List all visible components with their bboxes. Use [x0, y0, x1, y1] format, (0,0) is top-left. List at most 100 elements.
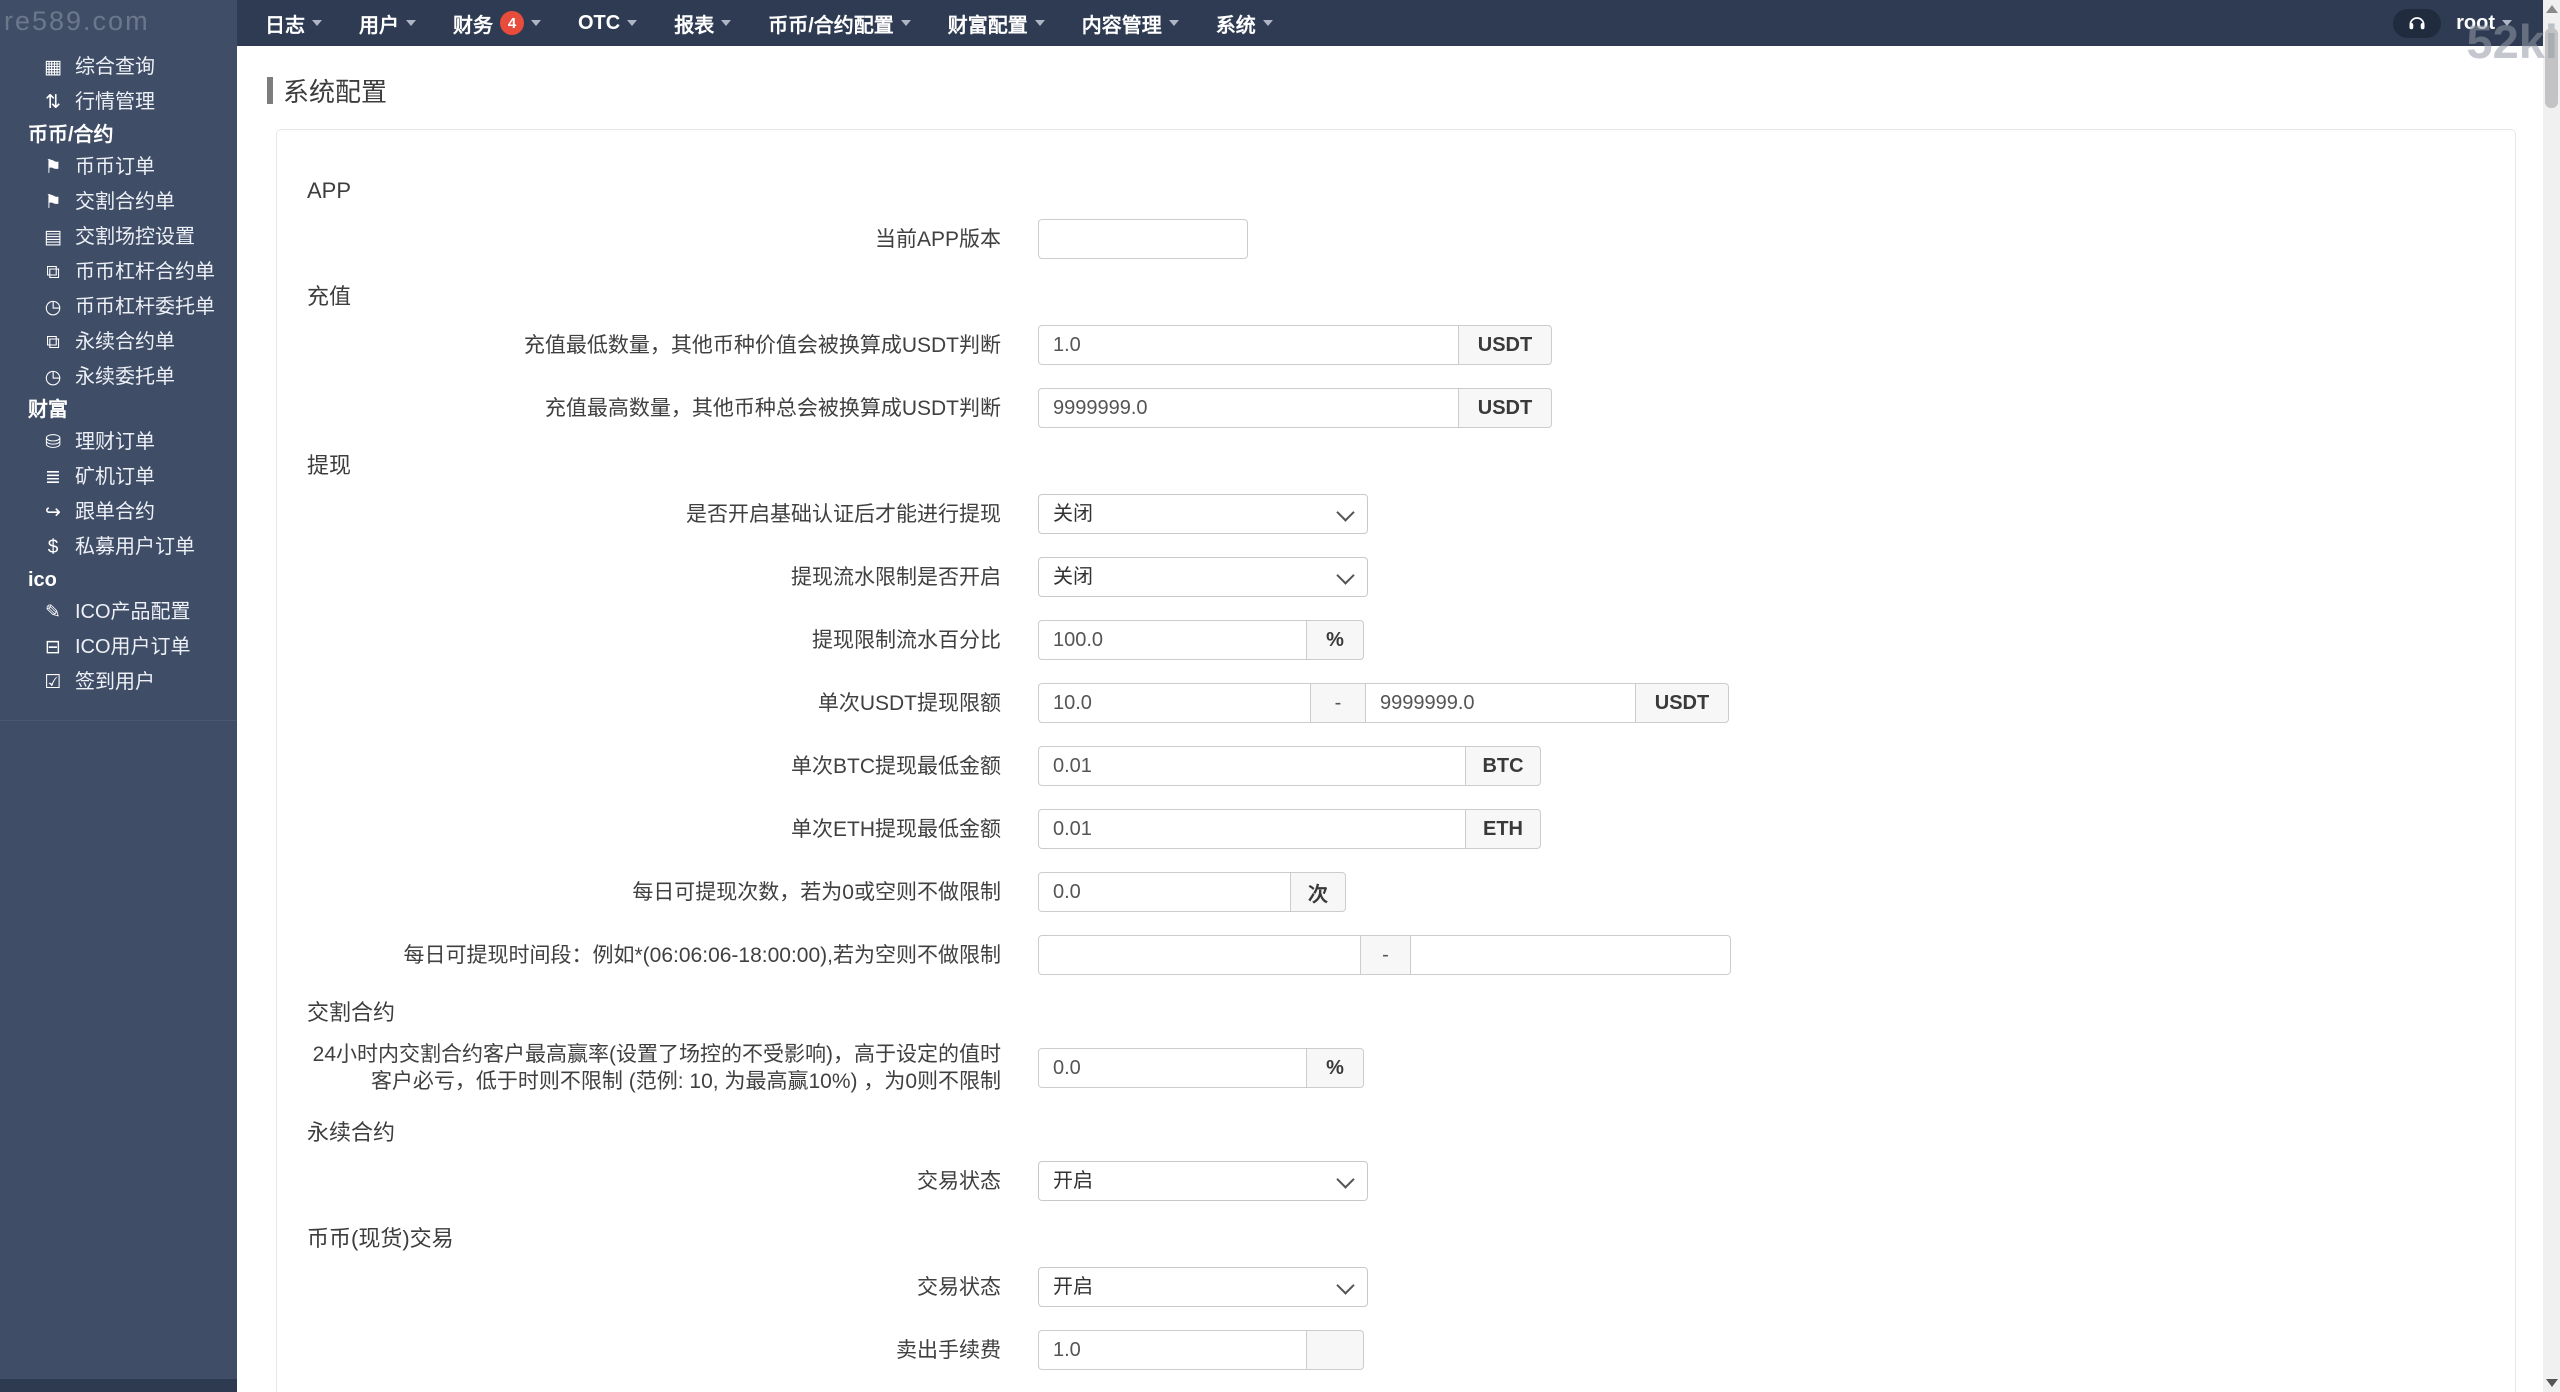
sidebar-item-perpetual-entrust-orders[interactable]: ◷ 永续委托单 [0, 360, 237, 395]
field-label: 当前APP版本 [874, 227, 1001, 251]
chevron-down-icon [1262, 20, 1273, 26]
chevron-down-icon [900, 20, 911, 26]
range-dash-addon: - [1361, 935, 1411, 975]
menu-logs[interactable]: 日志 [265, 9, 322, 38]
scroll-down-arrow-icon[interactable] [2546, 1379, 2558, 1387]
spot-trade-status-select[interactable]: 开启 [1038, 1267, 1368, 1307]
sidebar-item-finance-orders[interactable]: ⛁ 理财订单 [0, 425, 237, 460]
sidebar-item-label: 私募用户订单 [75, 536, 195, 558]
withdraw-auth-select[interactable]: 关闭 [1038, 494, 1368, 534]
chevron-down-icon [721, 20, 732, 26]
sidebar-item-market-manage[interactable]: ⇅ 行情管理 [0, 85, 237, 120]
chevron-down-icon [1034, 20, 1045, 26]
menu-finance[interactable]: 财务 4 [453, 9, 541, 38]
page-title: 系统配置 [267, 72, 2543, 109]
vertical-scrollbar[interactable] [2543, 0, 2560, 1392]
sort-icon: ⇅ [45, 92, 61, 113]
usdt-withdraw-max-input[interactable] [1366, 683, 1636, 723]
btc-withdraw-min-input[interactable] [1038, 746, 1466, 786]
app-version-input[interactable] [1038, 219, 1248, 259]
sidebar-group-ico: ico [28, 569, 57, 591]
withdraw-flow-limit-select[interactable]: 关闭 [1038, 557, 1368, 597]
percent-addon: % [1307, 1048, 1364, 1088]
field-label: 单次ETH提现最低金额 [791, 817, 1001, 841]
chevron-down-icon [1168, 20, 1179, 26]
field-label: 卖出手续费 [896, 1338, 1001, 1362]
unit-addon: USDT [1459, 388, 1552, 428]
field-daily-withdraw-count: 每日可提现次数，若为0或空则不做限制 次 [307, 872, 2515, 912]
recharge-min-input[interactable] [1038, 325, 1459, 365]
withdraw-flow-percent-input[interactable] [1038, 620, 1307, 660]
field-label: 充值最低数量，其他币种价值会被换算成USDT判断 [523, 333, 1001, 357]
sidebar-item-private-placement-orders[interactable]: $ 私募用户订单 [0, 530, 237, 565]
unit-addon: ETH [1466, 809, 1541, 849]
sidebar-item-perpetual-contract-orders[interactable]: ⧉ 永续合约单 [0, 325, 237, 360]
field-usdt-withdraw-limit: 单次USDT提现限额 - USDT [307, 683, 2515, 723]
perpetual-trade-status-select[interactable]: 开启 [1038, 1161, 1368, 1201]
field-eth-withdraw-min: 单次ETH提现最低金额 ETH [307, 809, 2515, 849]
sidebar-item-coin-orders[interactable]: ⚑ 币币订单 [0, 150, 237, 185]
field-withdraw-auth-required: 是否开启基础认证后才能进行提现 关闭 [307, 494, 2515, 534]
field-label: 交易状态 [917, 1169, 1001, 1193]
copy-icon: ⧉ [46, 332, 60, 353]
copy-icon: ⧉ [46, 262, 60, 283]
menu-otc[interactable]: OTC [578, 12, 638, 35]
watermark-top-right: 52ki [2466, 15, 2558, 68]
sidebar-group-wealth: 财富 [28, 399, 68, 421]
watermark-top-left: re589.com [4, 6, 150, 36]
sidebar-item-summary-query[interactable]: ▦ 综合查询 [0, 50, 237, 85]
menu-reports[interactable]: 报表 [674, 9, 732, 38]
recharge-max-input[interactable] [1038, 388, 1459, 428]
section-heading-withdraw: 提现 [307, 453, 352, 478]
section-heading-recharge: 充值 [307, 284, 352, 309]
headset-icon [2409, 17, 2425, 30]
sidebar-item-label: 签到用户 [75, 671, 155, 693]
sidebar-item-leverage-entrust-orders[interactable]: ◷ 币币杠杆委托单 [0, 290, 237, 325]
notification-badge: 4 [500, 11, 524, 35]
withdraw-time-start-input[interactable] [1038, 935, 1361, 975]
sidebar-item-signin-users[interactable]: ☑ 签到用户 [0, 665, 237, 700]
sidebar-item-ico-product-config[interactable]: ✎ ICO产品配置 [0, 595, 237, 630]
menu-users[interactable]: 用户 [359, 9, 416, 38]
sidebar-item-ico-user-orders[interactable]: ⊟ ICO用户订单 [0, 630, 237, 665]
sell-fee-input[interactable] [1038, 1330, 1307, 1370]
menu-content-manage[interactable]: 内容管理 [1082, 9, 1179, 38]
sidebar-item-label: 交割场控设置 [75, 226, 195, 248]
sidebar-item-delivery-contract-orders[interactable]: ⚑ 交割合约单 [0, 185, 237, 220]
clipboard-icon: ▤ [44, 227, 62, 248]
max-win-rate-input[interactable] [1038, 1048, 1307, 1088]
sidebar-item-label: ICO用户订单 [75, 636, 191, 658]
field-recharge-max: 充值最高数量，其他币种总会被换算成USDT判断 USDT [307, 388, 2515, 428]
count-addon: 次 [1291, 872, 1346, 912]
menu-wealth-config[interactable]: 财富配置 [948, 9, 1045, 38]
field-btc-withdraw-min: 单次BTC提现最低金额 BTC [307, 746, 2515, 786]
withdraw-time-end-input[interactable] [1411, 935, 1731, 975]
chevron-down-icon [531, 20, 541, 26]
field-label: 是否开启基础认证后才能进行提现 [686, 502, 1001, 526]
sidebar-item-leverage-contract-orders[interactable]: ⧉ 币币杠杆合约单 [0, 255, 237, 290]
dollar-icon: $ [47, 537, 59, 558]
field-label: 每日可提现次数，若为0或空则不做限制 [632, 880, 1001, 904]
percent-addon [1307, 1330, 1364, 1370]
section-heading-app: APP [307, 178, 352, 203]
file-edit-icon: ✎ [45, 602, 61, 623]
title-marker [267, 77, 273, 104]
daily-withdraw-count-input[interactable] [1038, 872, 1291, 912]
sidebar-item-copy-trade-contract[interactable]: ↪ 跟单合约 [0, 495, 237, 530]
field-label: 单次USDT提现限额 [817, 691, 1001, 715]
scroll-up-arrow-icon[interactable] [2546, 5, 2558, 13]
section-heading-delivery-contract: 交割合约 [307, 1000, 396, 1025]
sidebar-divider [0, 720, 237, 721]
usdt-withdraw-min-input[interactable] [1038, 683, 1311, 723]
support-button[interactable] [2393, 8, 2442, 38]
chevron-down-icon [627, 20, 638, 26]
section-heading-spot-trade: 币币(现货)交易 [307, 1226, 454, 1251]
menu-system[interactable]: 系统 [1216, 9, 1273, 38]
sidebar-item-delivery-control-settings[interactable]: ▤ 交割场控设置 [0, 220, 237, 255]
menu-coin-contract-config[interactable]: 币币/合约配置 [768, 9, 911, 38]
sidebar-item-label: 币币杠杆委托单 [75, 296, 215, 318]
sidebar-item-miner-orders[interactable]: ≣ 矿机订单 [0, 460, 237, 495]
field-label: 充值最高数量，其他币种总会被换算成USDT判断 [544, 396, 1001, 420]
horizontal-scrollbar[interactable] [0, 1379, 237, 1392]
eth-withdraw-min-input[interactable] [1038, 809, 1466, 849]
